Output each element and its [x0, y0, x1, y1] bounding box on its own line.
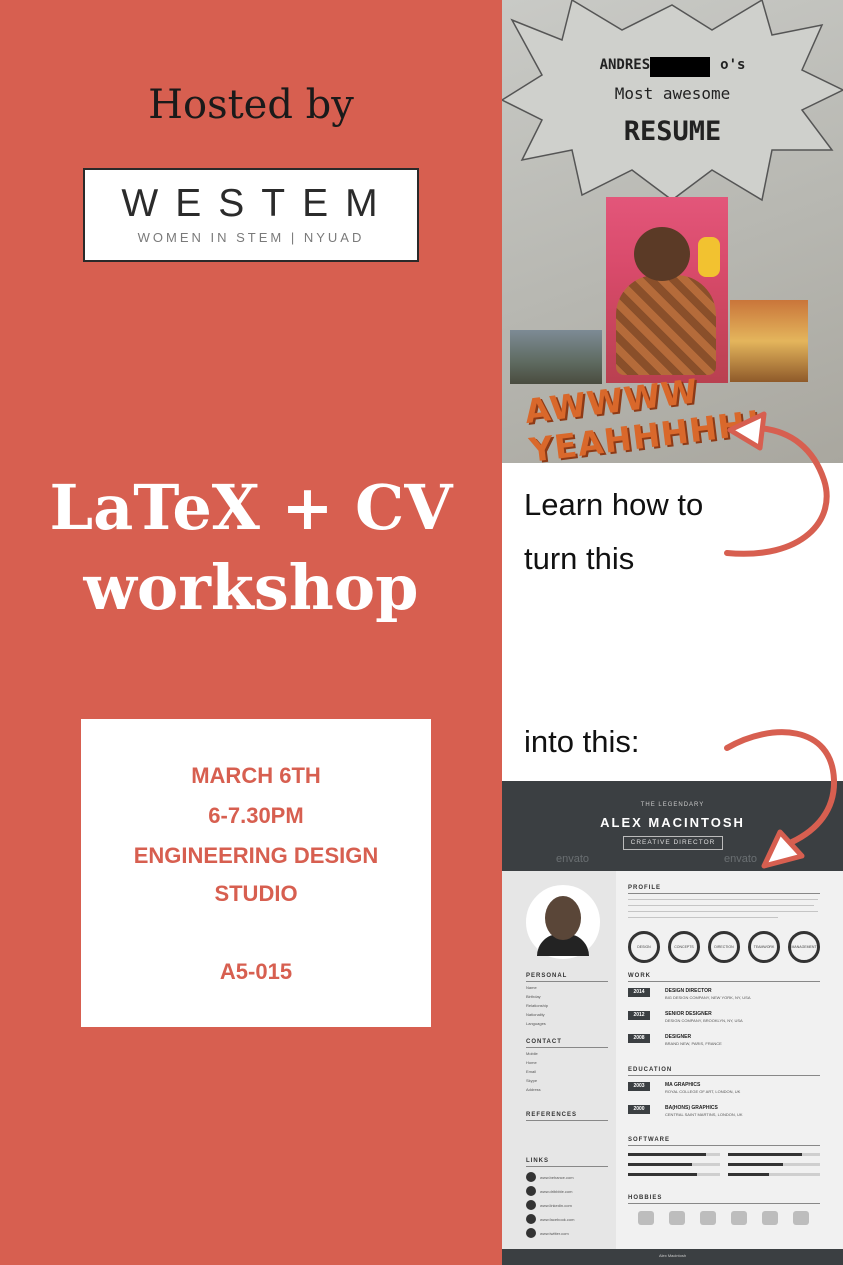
logo-name: WESTEM: [121, 182, 395, 225]
arrowhead-top: [727, 411, 767, 451]
workshop-title: LaTeX + CV workshop: [0, 468, 502, 628]
event-info-panel: Hosted by WESTEM WOMEN IN STEM | NYUAD L…: [0, 0, 502, 1265]
curved-arrow-top: [724, 425, 830, 557]
event-room: A5-015: [219, 959, 293, 984]
event-time: 6-7.30PM: [208, 803, 304, 828]
logo-tagline: WOMEN IN STEM | NYUAD: [137, 230, 365, 245]
before-after-panel: ANDRES o's Most awesome RESUME AWWWW YEAH…: [502, 0, 843, 1265]
event-venue-line-2: STUDIO: [214, 881, 298, 906]
hosted-by-label: Hosted by: [148, 82, 354, 128]
arrows-overlay: [724, 411, 838, 869]
event-venue-line-1: ENGINEERING DESIGN: [133, 843, 379, 868]
title-line-1: LaTeX + CV: [49, 471, 453, 544]
event-date: MARCH 6TH: [191, 763, 321, 788]
title-line-2: workshop: [83, 551, 419, 624]
event-details-card: MARCH 6TH 6-7.30PM ENGINEERING DESIGN ST…: [81, 719, 431, 1027]
curved-arrow-bottom: [724, 729, 838, 845]
westem-logo: WESTEM WOMEN IN STEM | NYUAD: [83, 168, 419, 262]
